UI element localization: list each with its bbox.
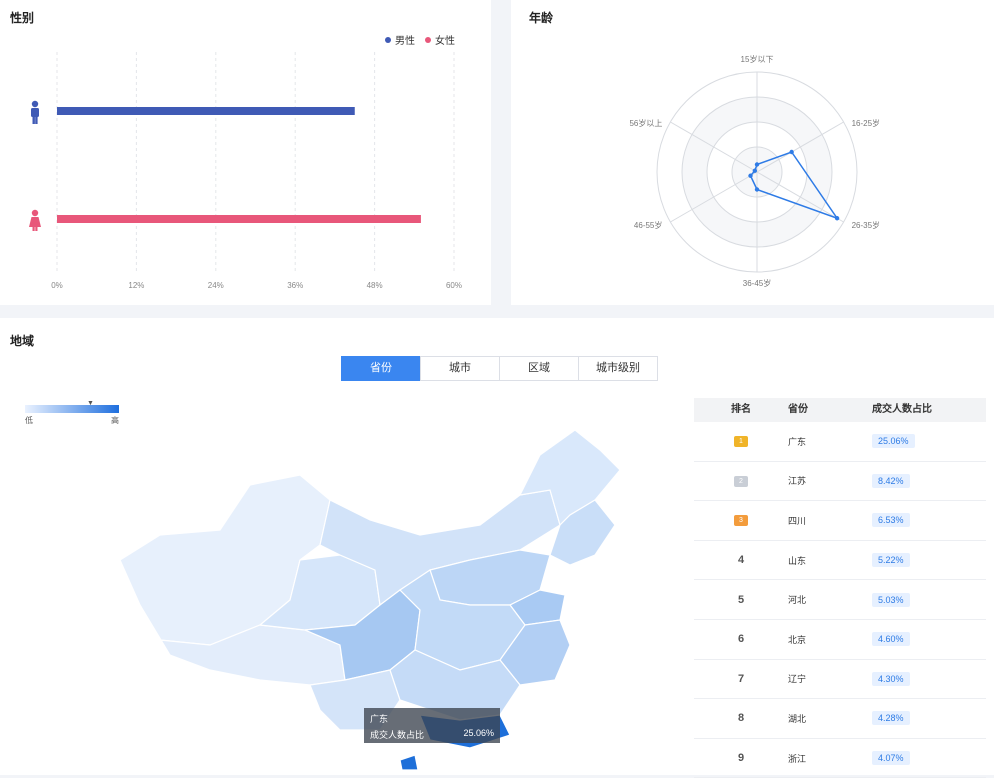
row-rank: 4 (737, 554, 745, 567)
male-person-icon (31, 100, 39, 124)
x-tick-label: 36% (287, 281, 303, 290)
scale-low-label: 低 (25, 416, 33, 425)
table-row[interactable]: 5 河北 5.03% (694, 580, 986, 620)
color-scale-handle-icon[interactable]: ▼ (87, 400, 94, 407)
radar-category-label: 36-45岁 (743, 278, 771, 288)
radar-point[interactable] (748, 173, 753, 178)
table-row[interactable]: 3 四川 6.53% (694, 501, 986, 541)
row-rank: 5 (737, 593, 745, 606)
row-province: 浙江 (788, 753, 807, 764)
radar-category-label: 26-35岁 (852, 220, 880, 230)
row-province: 河北 (788, 595, 807, 606)
radar-point[interactable] (752, 168, 758, 173)
age-panel: 年龄 15岁以下 16-25岁 26-35岁 36-45岁 46-55岁 56岁以上 (511, 0, 994, 305)
row-province: 北京 (788, 634, 807, 645)
x-tick-label: 12% (128, 281, 144, 290)
female-bar[interactable] (57, 215, 421, 223)
table-row[interactable]: 4 山东 5.22% (694, 541, 986, 581)
row-share: 4.30% (872, 671, 910, 686)
x-tick-label: 0% (51, 281, 63, 290)
tab-province[interactable]: 省份 (341, 356, 421, 381)
x-tick-label: 48% (367, 281, 383, 290)
row-province: 四川 (788, 515, 807, 526)
row-share: 25.06% (872, 434, 915, 449)
region-title: 地域 (10, 334, 35, 348)
rank-table: 排名 省份 成交人数占比 1 广东 25.06% 2 江苏 8.42% 3 四川… (694, 398, 986, 778)
tooltip-title: 广东 (370, 714, 389, 724)
table-row[interactable]: 8 湖北 4.28% (694, 699, 986, 739)
radar-category-label: 15岁以下 (741, 54, 774, 64)
table-row[interactable]: 6 北京 4.60% (694, 620, 986, 660)
scale-high-label: 高 (111, 416, 119, 425)
header-province: 省份 (788, 404, 808, 415)
bronze-medal-icon: 3 (734, 515, 748, 527)
tab-area[interactable]: 区域 (499, 356, 579, 381)
map-region-hainan[interactable] (399, 754, 419, 770)
radar-point[interactable] (789, 149, 794, 155)
row-share: 5.22% (872, 553, 910, 568)
tooltip-label: 成交人数占比 (370, 730, 425, 740)
table-row[interactable]: 1 广东 25.06% (694, 422, 986, 462)
radar-category-label: 56岁以上 (629, 118, 662, 128)
row-share: 4.60% (872, 632, 910, 647)
region-tabs: 省份 城市 区域 城市级别 (341, 356, 658, 381)
color-scale-bar (25, 405, 119, 413)
row-share: 6.53% (872, 513, 910, 528)
female-person-icon (29, 209, 41, 231)
age-radar-chart: 15岁以下 16-25岁 26-35岁 36-45岁 46-55岁 56岁以上 (629, 54, 880, 288)
row-province: 山东 (788, 555, 807, 566)
row-share: 4.07% (872, 751, 910, 766)
gender-panel: 性别 男性 女性 0% 12% 24% 36% 48% 60% (0, 0, 491, 305)
x-tick-label: 60% (446, 281, 462, 290)
radar-point[interactable] (754, 187, 760, 192)
tab-city-level[interactable]: 城市级别 (578, 356, 658, 381)
color-scale: ▼ 低 高 (25, 400, 119, 426)
row-rank: 6 (737, 633, 745, 646)
table-row[interactable]: 7 辽宁 4.30% (694, 660, 986, 700)
radar-point[interactable] (754, 162, 760, 167)
row-share: 5.03% (872, 592, 910, 607)
male-bar[interactable] (57, 107, 355, 115)
row-share: 8.42% (872, 473, 910, 488)
gender-bar-chart: 0% 12% 24% 36% 48% 60% (29, 52, 462, 290)
radar-point[interactable] (834, 216, 840, 221)
table-row[interactable]: 2 江苏 8.42% (694, 462, 986, 502)
region-panel: 地域 省份 城市 区域 城市级别 ▼ 低 高 排名 省份 成交人数占比 1 广东… (0, 318, 994, 778)
tooltip-value: 25.06% (463, 728, 494, 738)
row-province: 江苏 (788, 476, 807, 487)
row-rank: 8 (737, 712, 745, 725)
radar-category-label: 16-25岁 (852, 118, 880, 128)
row-share: 4.28% (872, 711, 910, 726)
map-tooltip: 广东 成交人数占比 25.06% (364, 708, 500, 743)
row-rank: 9 (737, 752, 745, 765)
tab-city[interactable]: 城市 (420, 356, 500, 381)
row-rank: 7 (737, 672, 745, 685)
row-province: 广东 (788, 436, 807, 447)
row-province: 辽宁 (788, 674, 807, 685)
header-share: 成交人数占比 (872, 404, 932, 415)
radar-category-label: 46-55岁 (634, 220, 662, 230)
silver-medal-icon: 2 (734, 475, 748, 487)
gold-medal-icon: 1 (734, 436, 748, 448)
rank-table-header: 排名 省份 成交人数占比 (694, 398, 986, 422)
header-rank: 排名 (731, 404, 751, 415)
table-row[interactable]: 9 浙江 4.07% (694, 739, 986, 778)
x-tick-label: 24% (208, 281, 224, 290)
row-province: 湖北 (788, 713, 807, 724)
